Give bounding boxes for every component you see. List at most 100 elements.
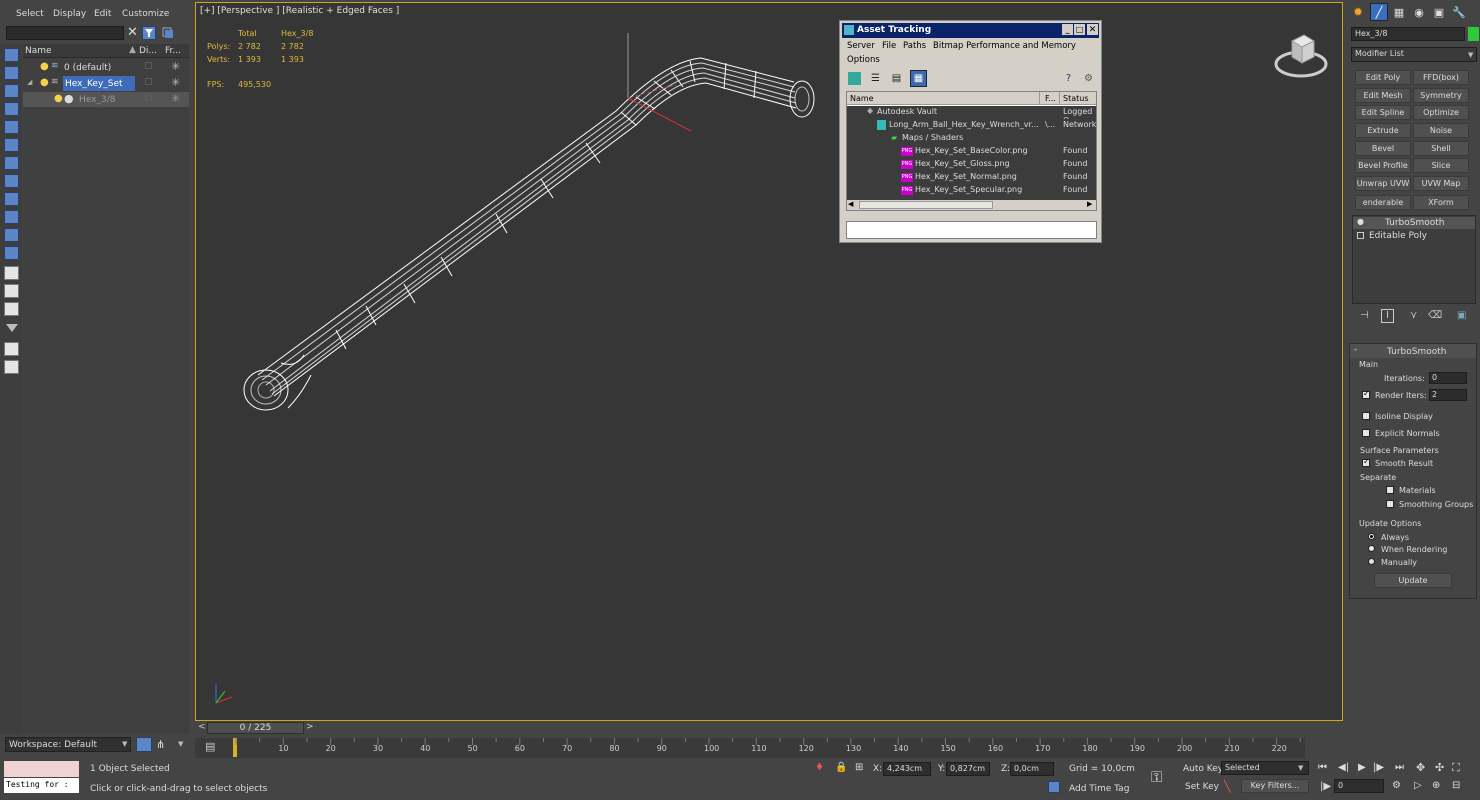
field-of-view-icon[interactable]: ▷: [1414, 780, 1422, 791]
time-slider-thumb[interactable]: 0 / 225: [207, 722, 304, 734]
when-rendering-radio[interactable]: [1368, 545, 1375, 552]
edit-mesh-button[interactable]: Edit Mesh: [1355, 88, 1411, 103]
table-row[interactable]: PNG Hex_Key_Set_Normal.png Found: [847, 171, 1096, 184]
z-coordinate[interactable]: 0,0cm: [1010, 762, 1054, 776]
layers-icon[interactable]: [161, 26, 175, 40]
prev-frame-icon[interactable]: <: [198, 722, 206, 732]
track-bar[interactable]: ▤ 10 20 30 40 50 60 70 80 90 100 110 120 130 140 150 16…: [195, 738, 1305, 758]
perspective-viewport[interactable]: [+] [Perspective ] [Realistic + Edged Fa…: [195, 2, 1343, 721]
modify-tab-icon[interactable]: ╱: [1370, 3, 1388, 21]
maximize-viewport-icon[interactable]: ⛶: [1452, 761, 1460, 775]
ffd-box-button[interactable]: FFD(box): [1413, 70, 1469, 85]
optimize-button[interactable]: Optimize: [1413, 105, 1469, 120]
table-row[interactable]: ▰ Maps / Shaders: [847, 132, 1096, 145]
display-none-icon[interactable]: [4, 48, 19, 62]
time-tag-icon[interactable]: [1048, 781, 1060, 793]
current-frame-field[interactable]: 0: [1334, 779, 1384, 793]
display-xrefs-icon[interactable]: [4, 192, 19, 206]
display-frozen-icon[interactable]: [4, 246, 19, 260]
menu-file[interactable]: File: [882, 41, 896, 51]
hierarchy-mode-icon[interactable]: ⋔: [156, 738, 165, 751]
menu-select[interactable]: Select: [16, 9, 44, 19]
menu-customize[interactable]: Customize: [122, 9, 169, 19]
smooth-result-checkbox[interactable]: ✓: [1362, 457, 1370, 467]
show-end-result-icon[interactable]: I: [1381, 309, 1394, 323]
menu-server[interactable]: Server: [847, 41, 875, 51]
table-row[interactable]: PNG Hex_Key_Set_Gloss.png Found: [847, 158, 1096, 171]
explorer-search-input[interactable]: [6, 26, 124, 40]
column-freeze[interactable]: Fr...: [165, 46, 181, 56]
sort-arrow-icon[interactable]: ▲: [129, 45, 136, 55]
hierarchy-tab-icon[interactable]: ▦: [1391, 4, 1407, 20]
pan-icon[interactable]: ✥: [1416, 761, 1425, 774]
stack-item-editable-poly[interactable]: Editable Poly: [1353, 230, 1475, 242]
renderable-spline-button[interactable]: enderable Splin: [1355, 195, 1411, 210]
key-mode-icon[interactable]: |▶: [1320, 781, 1331, 792]
display-lights-icon[interactable]: [4, 102, 19, 116]
time-slider[interactable]: < 0 / 225 >: [195, 721, 1345, 735]
collapse-icon[interactable]: -: [1354, 345, 1357, 355]
bevel-profile-button[interactable]: Bevel Profile: [1355, 158, 1411, 173]
edit-poly-button[interactable]: Edit Poly: [1355, 70, 1411, 85]
display-spacewarps-icon[interactable]: [4, 156, 19, 170]
menu-paths[interactable]: Paths: [903, 41, 926, 51]
modifier-list-dropdown[interactable]: Modifier List ▼: [1351, 47, 1477, 62]
refresh-icon[interactable]: [848, 72, 861, 85]
symmetry-button[interactable]: Symmetry: [1413, 88, 1469, 103]
iterations-spinner[interactable]: 0: [1429, 372, 1467, 384]
scroll-left-icon[interactable]: ◀: [848, 200, 853, 208]
funnel-icon[interactable]: [6, 324, 18, 332]
display-groups-icon[interactable]: [4, 174, 19, 188]
isolate-icon[interactable]: ♦: [815, 762, 824, 773]
always-radio[interactable]: [1368, 533, 1375, 540]
freeze-icon[interactable]: ✳: [171, 60, 180, 73]
settings-icon[interactable]: ⚙: [1082, 72, 1095, 85]
object-color-swatch[interactable]: [1468, 27, 1479, 41]
time-config-icon[interactable]: ⚙: [1392, 780, 1401, 791]
find-icon[interactable]: [4, 342, 19, 356]
y-coordinate[interactable]: 0,827cm: [946, 762, 990, 776]
maxscript-listener-input[interactable]: [4, 761, 79, 777]
grid-view-icon[interactable]: ▦: [910, 70, 927, 87]
expand-box-icon[interactable]: [1357, 232, 1364, 239]
rollout-header[interactable]: - TurboSmooth: [1350, 344, 1476, 358]
table-view-icon[interactable]: ▤: [890, 72, 903, 85]
go-to-end-icon[interactable]: ⏭: [1395, 762, 1404, 773]
scroll-right-icon[interactable]: ▶: [1087, 200, 1092, 208]
list-item[interactable]: ◢ ● ≋ Hex_Key_Set ▢ ✳: [23, 76, 189, 91]
absolute-mode-icon[interactable]: ⊞: [855, 762, 863, 773]
col-f[interactable]: F...: [1045, 94, 1056, 103]
remove-modifier-icon[interactable]: ⌫: [1428, 310, 1442, 321]
display-tab-icon[interactable]: ▣: [1431, 4, 1447, 20]
display-helpers-icon[interactable]: [4, 138, 19, 152]
configure-modifier-sets-icon[interactable]: ▣: [1457, 310, 1466, 321]
walk-through-icon[interactable]: ⊕: [1432, 780, 1440, 791]
table-row[interactable]: ◆ Autodesk Vault Logged O: [847, 106, 1096, 125]
table-row[interactable]: PNG Hex_Key_Set_Specular.png Found: [847, 184, 1096, 197]
close-icon[interactable]: ✕: [1087, 24, 1098, 35]
menu-options[interactable]: Options: [847, 55, 880, 65]
table-row[interactable]: PNG Hex_Key_Set_BaseColor.png Found: [847, 145, 1096, 158]
create-tab-icon[interactable]: ✹: [1350, 4, 1366, 20]
table-row[interactable]: Long_Arm_Ball_Hex_Key_Wrench_vr... \... …: [847, 119, 1096, 132]
go-to-start-icon[interactable]: ⏮: [1318, 762, 1327, 773]
select-none-icon[interactable]: [4, 302, 19, 316]
minimize-icon[interactable]: _: [1062, 24, 1073, 35]
render-iters-spinner[interactable]: 2: [1429, 389, 1467, 401]
noise-button[interactable]: Noise: [1413, 123, 1469, 138]
column-name[interactable]: Name: [25, 46, 52, 56]
display-cameras-icon[interactable]: [4, 120, 19, 134]
help-icon[interactable]: ?: [1062, 72, 1075, 85]
uvw-map-button[interactable]: UVW Map: [1413, 176, 1469, 191]
dialog-titlebar[interactable]: Asset Tracking _ □ ✕: [842, 23, 1099, 38]
add-time-tag[interactable]: Add Time Tag: [1069, 784, 1129, 794]
lightbulb-icon[interactable]: ●: [40, 77, 49, 88]
display-all-icon[interactable]: [4, 266, 19, 280]
display-box-icon[interactable]: ▢: [144, 93, 153, 103]
bevel-button[interactable]: Bevel: [1355, 141, 1411, 156]
freeze-icon[interactable]: ✳: [171, 92, 180, 105]
list-item[interactable]: ● ≋ 0 (default) ▢ ✳: [23, 60, 189, 75]
menu-bitmap-performance[interactable]: Bitmap Performance and Memory: [933, 41, 1076, 51]
zoom-icon[interactable]: ⊟: [1452, 780, 1460, 791]
column-display[interactable]: Di...: [139, 46, 157, 56]
